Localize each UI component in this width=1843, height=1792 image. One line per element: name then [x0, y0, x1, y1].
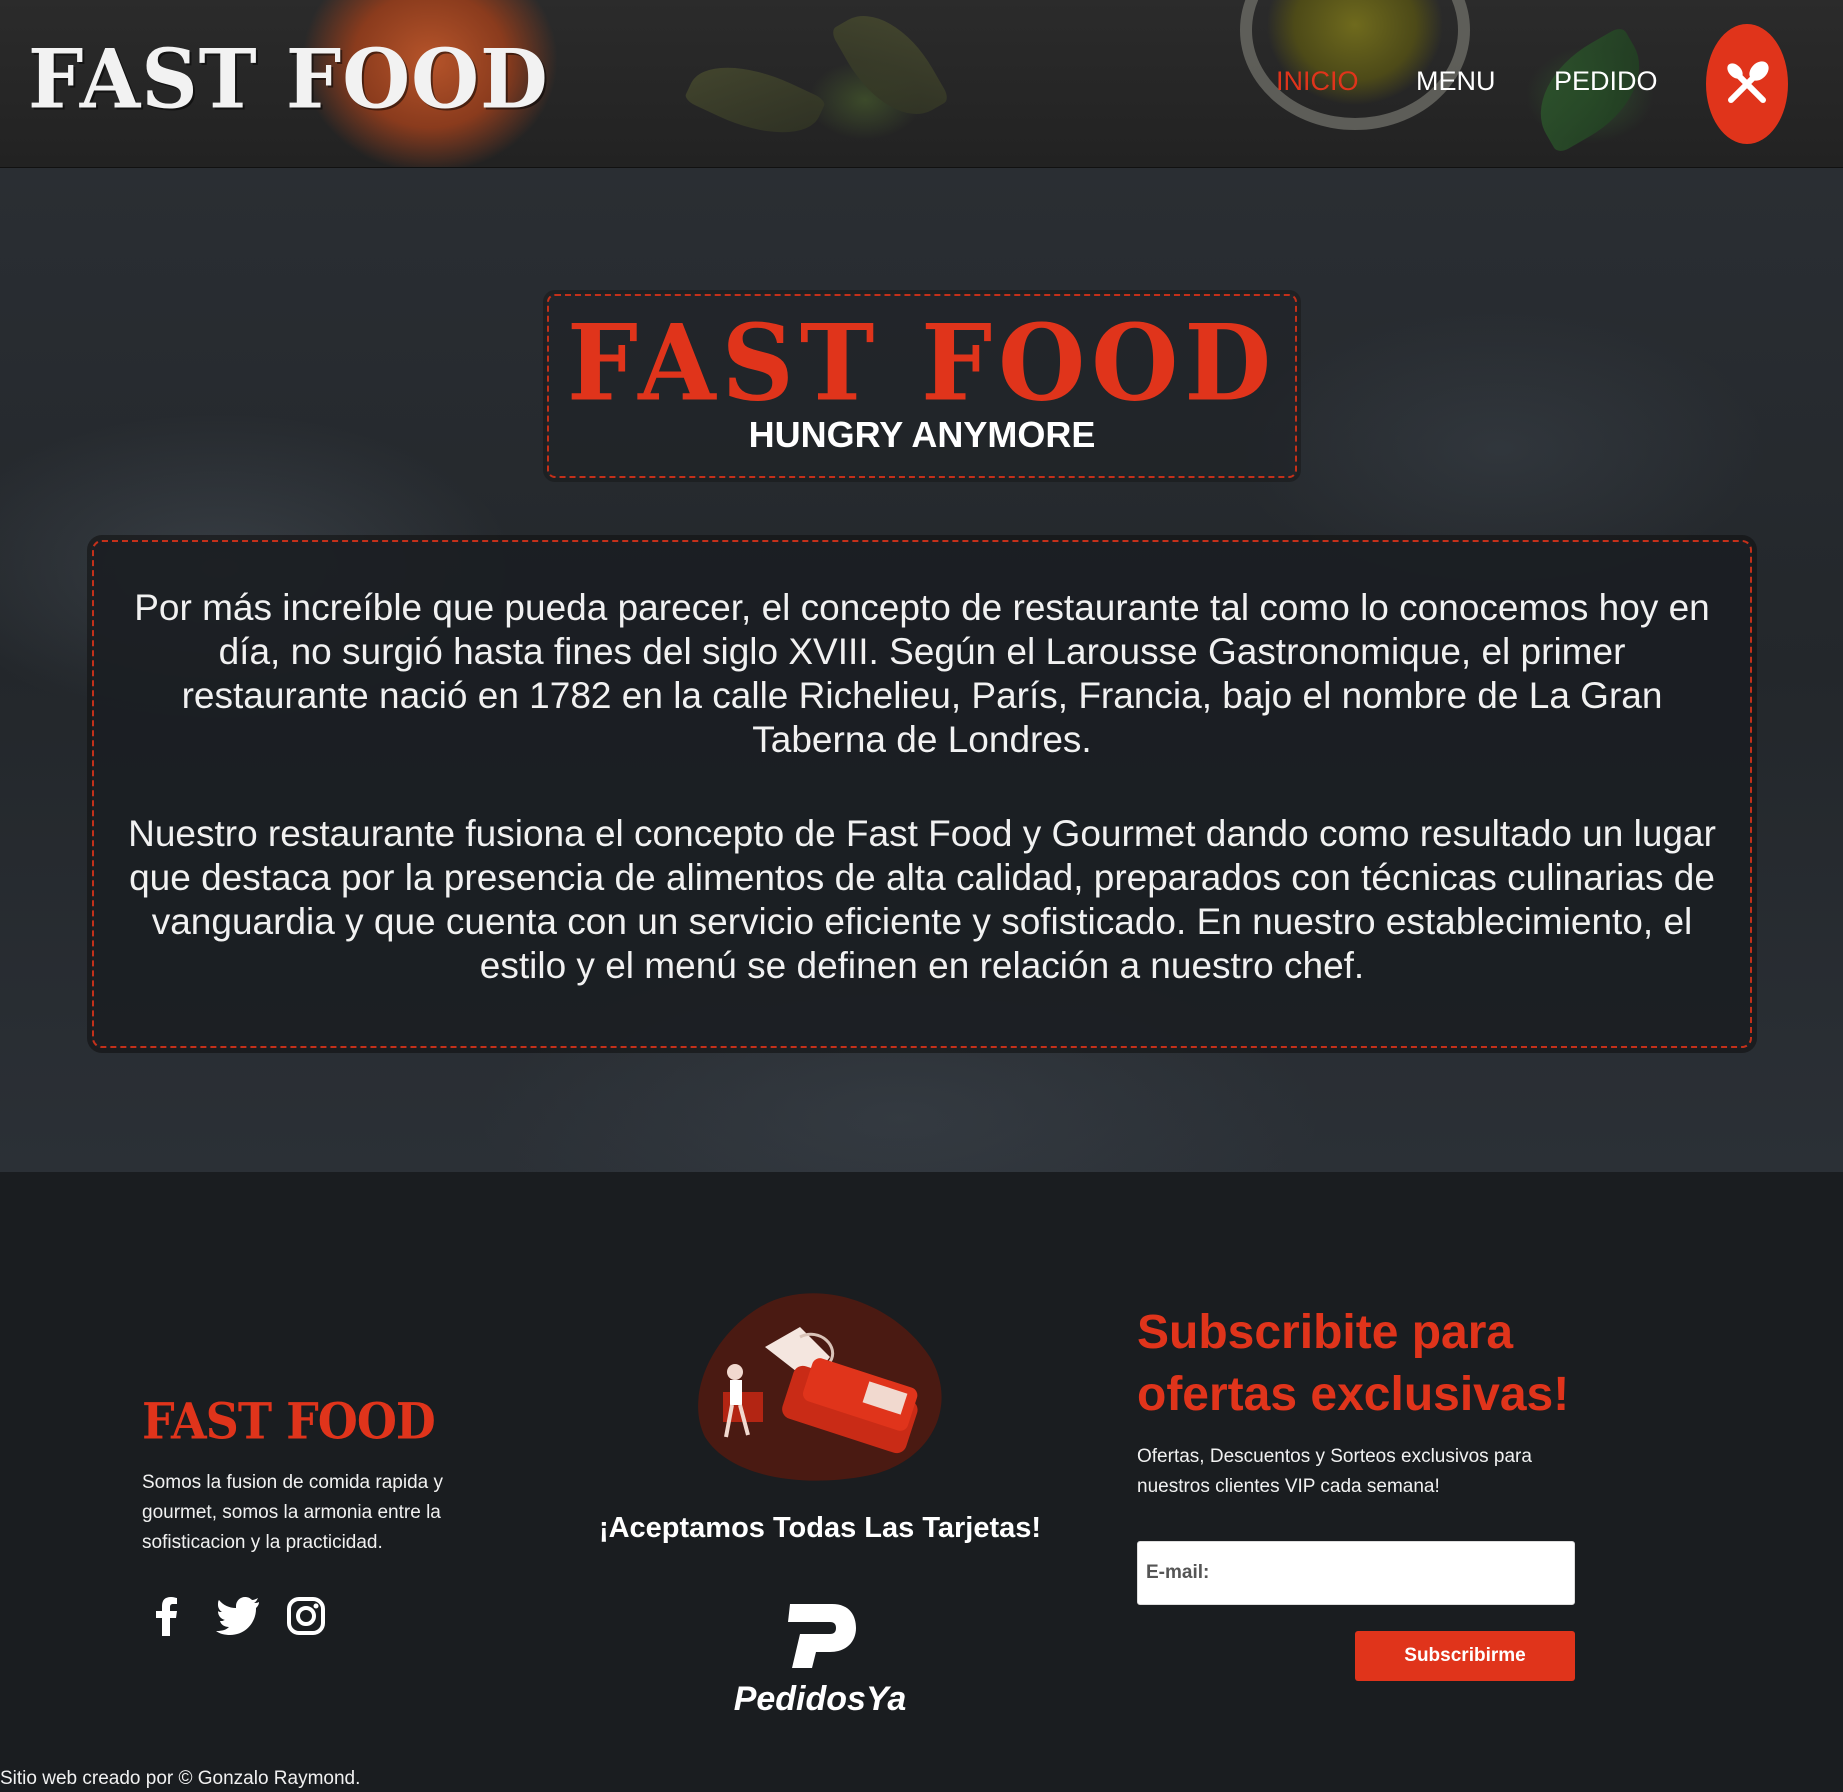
oil-bowl-decoration [1240, 0, 1470, 130]
subscribe-description: Ofertas, Descuentos y Sorteos exclusivos… [1137, 1446, 1532, 1497]
site-header: FAST FOOD INICIO MENU PEDIDO [0, 0, 1843, 168]
cards-accepted-text: ¡Aceptamos Todas Las Tarjetas! [598, 1512, 1042, 1544]
footer-logo: FAST FOOD [142, 1392, 436, 1451]
nav-link-inicio[interactable]: INICIO [1276, 66, 1359, 97]
hero-title-box: FAST FOOD HUNGRY ANYMORE [547, 294, 1297, 478]
hero-subtitle: HUNGRY ANYMORE [748, 414, 1096, 455]
nav-link-pedido[interactable]: PEDIDO [1554, 66, 1658, 97]
hero-section: FAST FOOD HUNGRY ANYMORE Por más increíb… [0, 168, 1843, 1172]
pedidosya-brand-text[interactable]: PedidosYa [700, 1680, 940, 1719]
footer-about-text: Somos la fusion de comida rapida y gourm… [142, 1472, 443, 1553]
site-footer: FAST FOOD Somos la fusion de comida rapi… [0, 1172, 1843, 1792]
facebook-icon[interactable] [152, 1596, 180, 1641]
hero-title: FAST FOOD [566, 301, 1278, 425]
fork-knife-icon [1727, 61, 1769, 103]
twitter-icon[interactable] [216, 1596, 260, 1641]
main-nav: INICIO MENU PEDIDO [0, 66, 1843, 106]
about-paragraph: Nuestro restaurante fusiona el concepto … [128, 813, 1716, 986]
email-field[interactable] [1137, 1541, 1575, 1605]
nav-link-menu[interactable]: MENU [1416, 66, 1496, 97]
subscribe-button[interactable]: Subscribirme [1355, 1631, 1575, 1681]
pedidosya-logo-icon[interactable] [786, 1602, 858, 1670]
subscribe-title: Subscribite para ofertas exclusivas! [1137, 1306, 1570, 1421]
about-paragraph: Por más increíble que pueda parecer, el … [134, 587, 1710, 760]
about-text-box: Por más increíble que pueda parecer, el … [92, 540, 1752, 1048]
menu-toggle-button[interactable] [1706, 24, 1788, 144]
site-credit: Sitio web creado por © Gonzalo Raymond. [0, 1768, 361, 1789]
payment-terminal-illustration [698, 1293, 942, 1481]
instagram-icon[interactable] [286, 1596, 326, 1641]
